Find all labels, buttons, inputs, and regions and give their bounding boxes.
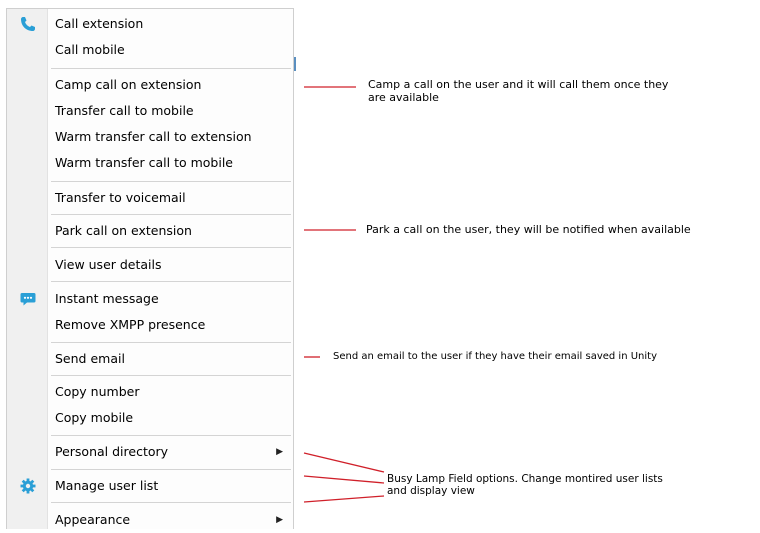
annotation-blf-line2: and display view (387, 485, 475, 497)
annotation-email: Send an email to the user if they have t… (333, 351, 658, 362)
annotation-blf-line1: Busy Lamp Field options. Change montired… (387, 473, 663, 485)
annotation-camp-line2: are available (368, 91, 439, 104)
annotation-camp-line1: Camp a call on the user and it will call… (368, 78, 669, 91)
annotation-park: Park a call on the user, they will be no… (366, 223, 691, 236)
